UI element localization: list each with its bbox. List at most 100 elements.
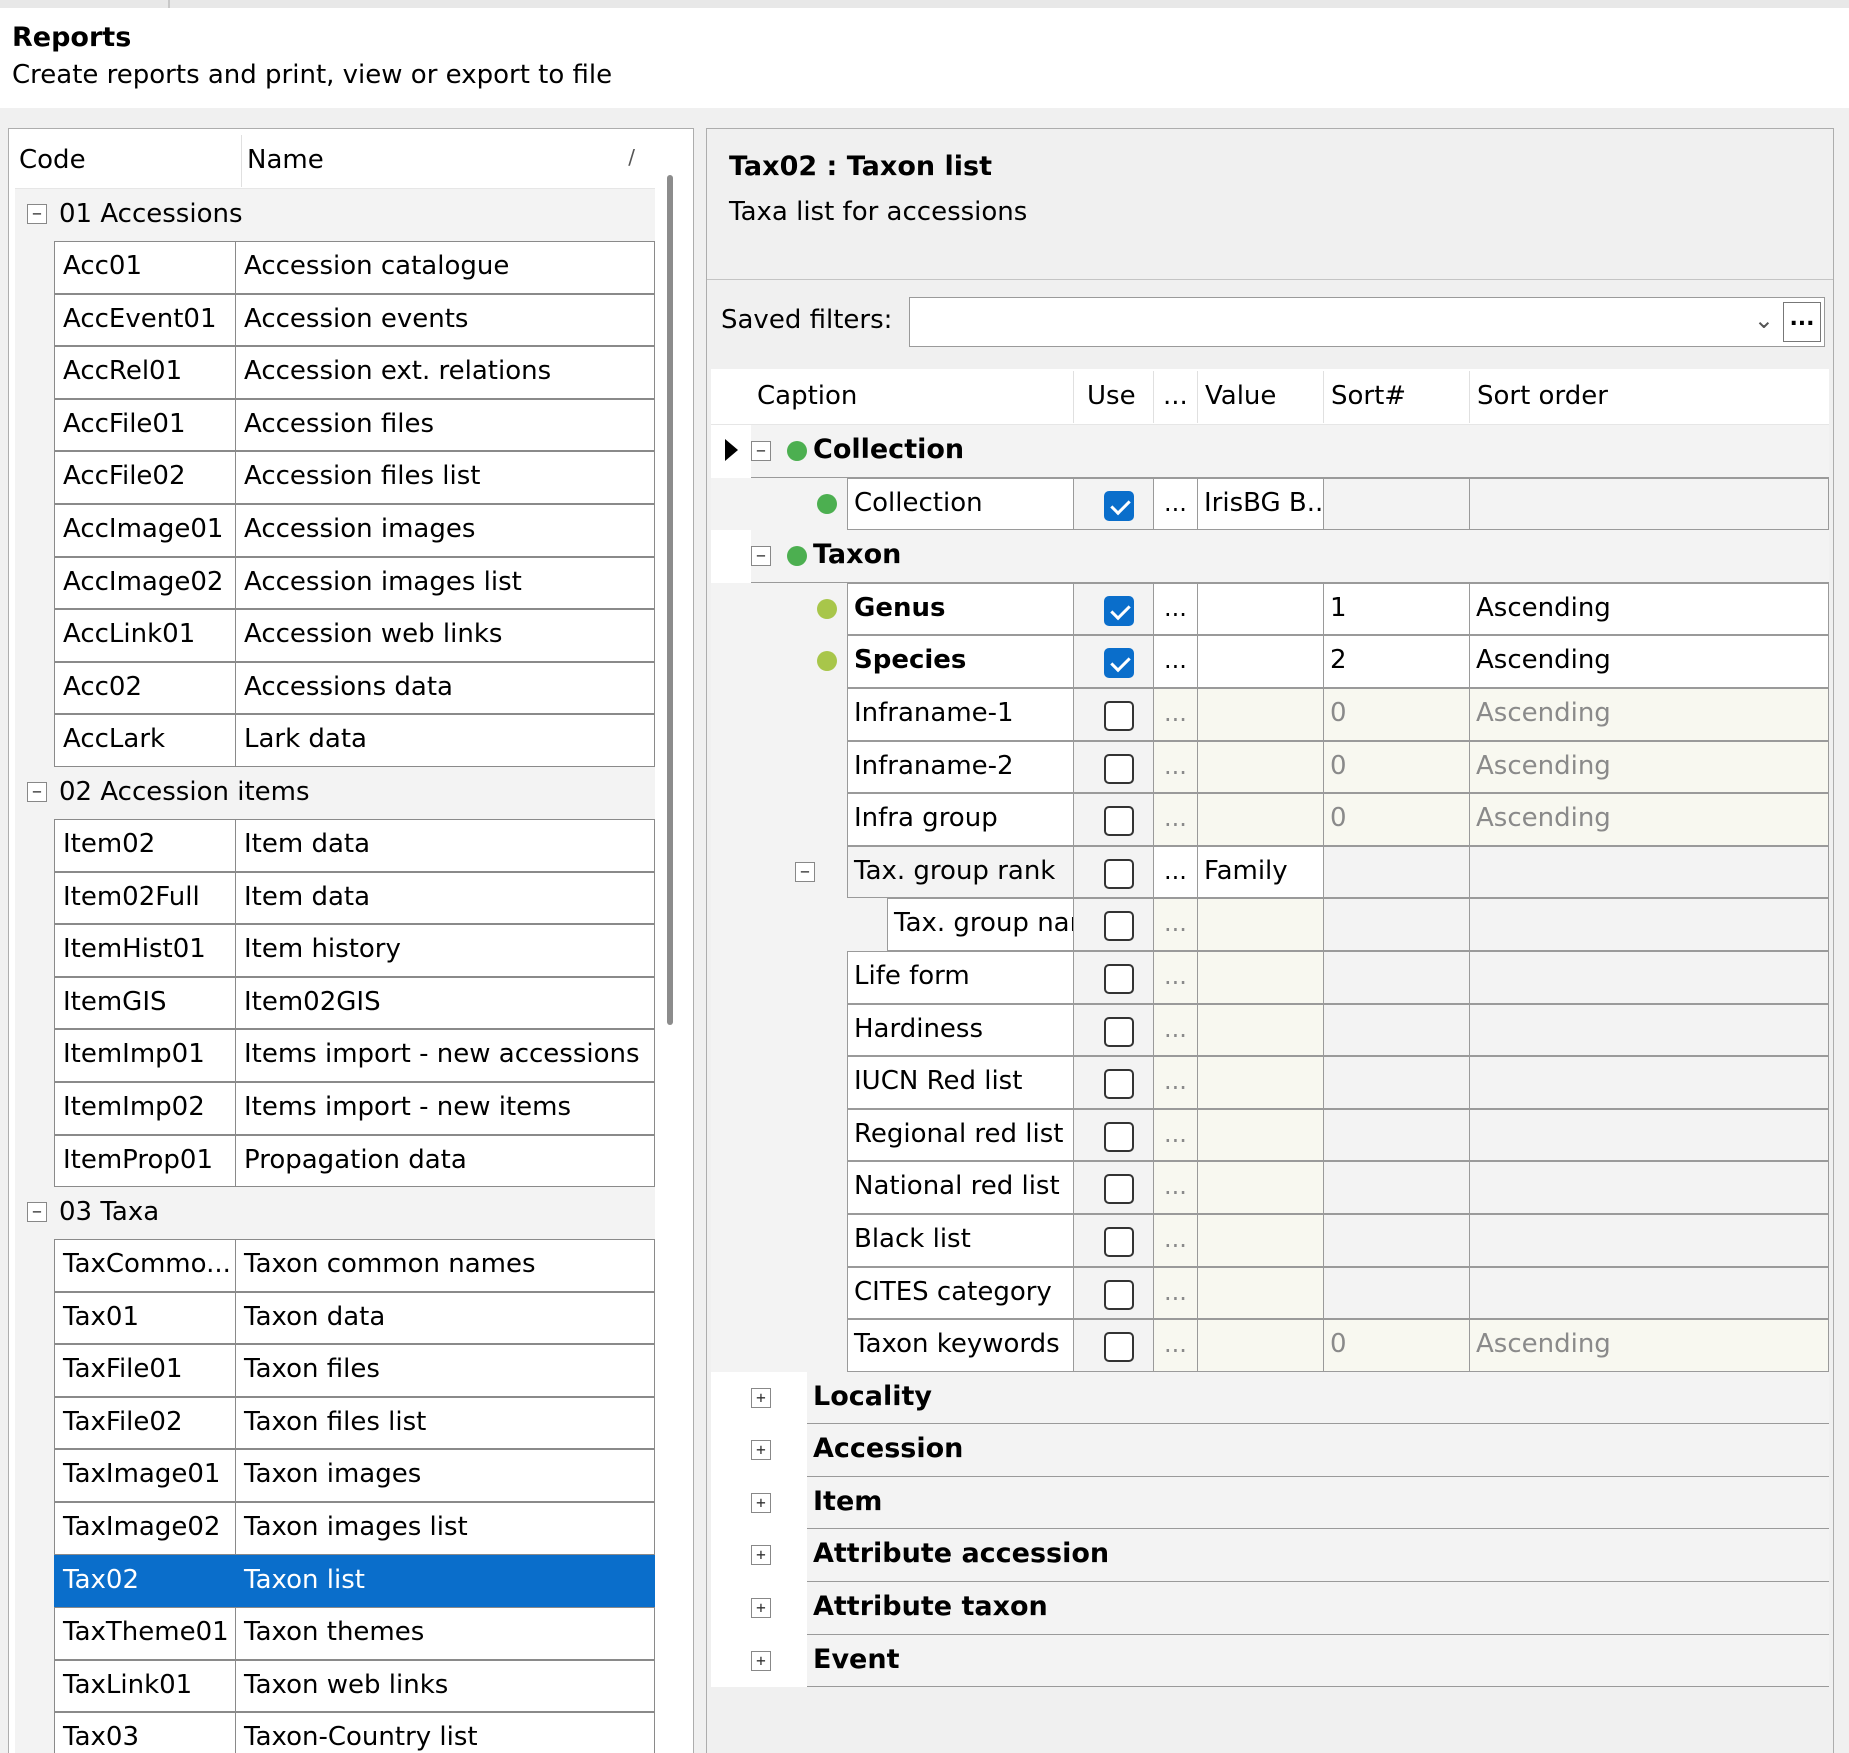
sort-order-cell[interactable] xyxy=(1469,1266,1829,1320)
checkbox[interactable] xyxy=(1104,1279,1134,1310)
filter-field-row[interactable]: Collection... IrisBG B... xyxy=(711,477,1829,531)
report-code-cell[interactable]: ItemProp01 xyxy=(54,1134,235,1188)
ellipsis-button-cell[interactable]: ... xyxy=(1153,1056,1197,1109)
ellipsis-button-cell[interactable]: ... xyxy=(1153,845,1197,899)
report-row[interactable]: ItemProp01 Propagation data xyxy=(15,1134,655,1188)
use-cell[interactable] xyxy=(1073,1319,1153,1372)
report-name-cell[interactable]: Items import - new accessions xyxy=(235,1029,655,1082)
ellipsis-button-cell[interactable]: ... xyxy=(1153,1003,1197,1057)
checked-checkbox[interactable] xyxy=(1104,490,1134,521)
caption-cell[interactable]: Collection xyxy=(847,477,1073,531)
checkbox[interactable] xyxy=(1104,1174,1134,1205)
use-cell[interactable] xyxy=(1073,1266,1153,1320)
ellipsis-button[interactable]: ... xyxy=(1164,857,1187,885)
report-row[interactable]: AccRel01 Accession ext. relations xyxy=(15,346,655,399)
report-name-cell[interactable]: Accession files xyxy=(235,398,655,452)
value-cell[interactable] xyxy=(1197,687,1323,741)
report-name-cell[interactable]: Taxon images xyxy=(235,1449,655,1503)
ellipsis-button-cell[interactable]: ... xyxy=(1153,582,1197,636)
caption-cell[interactable]: Genus xyxy=(847,582,1073,636)
caption-cell[interactable]: Black list xyxy=(847,1213,1073,1267)
report-code-cell[interactable]: ItemImp01 xyxy=(54,1029,235,1082)
column-header-code[interactable]: Code xyxy=(19,145,86,175)
ellipsis-button[interactable]: ... xyxy=(1164,646,1187,674)
report-code-cell[interactable]: TaxCommo... xyxy=(54,1239,235,1292)
filter-field-row[interactable]: National red list... xyxy=(711,1161,1829,1214)
report-code-cell[interactable]: TaxTheme01 xyxy=(54,1607,235,1660)
filter-group-row[interactable]: + Attribute accession xyxy=(711,1529,1829,1583)
value-cell[interactable] xyxy=(1197,793,1323,846)
report-row[interactable]: Tax02 Taxon list xyxy=(15,1554,655,1608)
report-name-cell[interactable]: Taxon themes xyxy=(235,1607,655,1660)
filter-field-row[interactable]: Infra group... 0 Ascending xyxy=(711,793,1829,846)
column-header-dots[interactable]: ... xyxy=(1163,381,1188,411)
report-name-cell[interactable]: Items import - new items xyxy=(235,1081,655,1135)
column-header-caption[interactable]: Caption xyxy=(757,381,857,411)
filter-field-row[interactable]: Genus... 1 Ascending xyxy=(711,582,1829,636)
filter-field-row[interactable]: Taxon keywords... 0 Ascending xyxy=(711,1319,1829,1372)
report-row[interactable]: AccEvent01 Accession events xyxy=(15,293,655,347)
caption-cell[interactable]: Infraname-2 xyxy=(847,740,1073,794)
caption-cell[interactable]: CITES category xyxy=(847,1266,1073,1320)
report-name-cell[interactable]: Taxon list xyxy=(235,1554,655,1608)
sort-order-cell[interactable] xyxy=(1469,845,1829,899)
sort-number-cell[interactable] xyxy=(1323,1003,1469,1057)
filter-field-row[interactable]: Species... 2 Ascending xyxy=(711,635,1829,688)
use-cell[interactable] xyxy=(1073,1108,1153,1162)
sort-number-cell[interactable]: 0 xyxy=(1323,687,1469,741)
ellipsis-button[interactable]: ... xyxy=(1164,1225,1187,1253)
report-row[interactable]: TaxLink01 Taxon web links xyxy=(15,1659,655,1713)
report-code-cell[interactable]: TaxImage01 xyxy=(54,1449,235,1503)
report-row[interactable]: Acc01 Accession catalogue xyxy=(15,241,655,294)
checkbox[interactable] xyxy=(1104,1069,1134,1100)
use-cell[interactable] xyxy=(1073,687,1153,741)
value-cell[interactable] xyxy=(1197,582,1323,636)
sort-number-cell[interactable] xyxy=(1323,1266,1469,1320)
column-header-sort-num[interactable]: Sort# xyxy=(1331,381,1406,411)
ellipsis-button-cell[interactable]: ... xyxy=(1153,477,1197,531)
use-cell[interactable] xyxy=(1073,898,1153,951)
caption-cell[interactable]: Hardiness xyxy=(847,1003,1073,1057)
report-row[interactable]: TaxCommo... Taxon common names xyxy=(15,1239,655,1292)
report-name-cell[interactable]: Propagation data xyxy=(235,1134,655,1188)
report-code-cell[interactable]: Item02 xyxy=(54,818,235,872)
expand-icon[interactable]: + xyxy=(751,1598,771,1619)
ellipsis-button[interactable]: ... xyxy=(1164,1278,1187,1306)
use-cell[interactable] xyxy=(1073,635,1153,688)
filter-field-row[interactable]: Regional red list... xyxy=(711,1108,1829,1162)
collapse-icon[interactable]: − xyxy=(27,781,47,802)
ellipsis-button[interactable]: ... xyxy=(1164,699,1187,727)
report-code-cell[interactable]: TaxFile02 xyxy=(54,1396,235,1450)
ellipsis-button-cell[interactable]: ... xyxy=(1153,1319,1197,1372)
value-cell[interactable] xyxy=(1197,950,1323,1004)
use-cell[interactable] xyxy=(1073,1003,1153,1057)
sort-order-cell[interactable] xyxy=(1469,1213,1829,1267)
use-cell[interactable] xyxy=(1073,477,1153,531)
report-code-cell[interactable]: Tax01 xyxy=(54,1291,235,1345)
filter-field-row[interactable]: Life form... xyxy=(711,950,1829,1004)
report-row[interactable]: ItemGIS Item02GIS xyxy=(15,976,655,1030)
sort-order-cell[interactable]: Ascending xyxy=(1469,740,1829,794)
value-cell[interactable] xyxy=(1197,898,1323,951)
value-cell[interactable] xyxy=(1197,1108,1323,1162)
group-row[interactable]: −03 Taxa xyxy=(15,1187,655,1240)
sort-number-cell[interactable]: 0 xyxy=(1323,740,1469,794)
ellipsis-button[interactable]: ... xyxy=(1164,594,1187,622)
report-name-cell[interactable]: Accession events xyxy=(235,293,655,347)
checkbox[interactable] xyxy=(1104,1226,1134,1257)
report-name-cell[interactable]: Taxon data xyxy=(235,1291,655,1345)
report-code-cell[interactable]: ItemGIS xyxy=(54,976,235,1030)
caption-cell[interactable]: Infraname-1 xyxy=(847,687,1073,741)
sort-number-cell[interactable]: 2 xyxy=(1323,635,1469,688)
expand-icon[interactable]: + xyxy=(751,1650,771,1671)
filter-field-row[interactable]: Black list... xyxy=(711,1213,1829,1267)
ellipsis-button[interactable]: ... xyxy=(1164,752,1187,780)
report-code-cell[interactable]: Acc02 xyxy=(54,661,235,715)
saved-filters-combobox[interactable]: ⌄ ... xyxy=(909,297,1825,347)
report-row[interactable]: AccImage01 Accession images xyxy=(15,503,655,557)
filter-field-row[interactable]: − Tax. group rank... Family xyxy=(711,845,1829,899)
report-row[interactable]: Acc02 Accessions data xyxy=(15,661,655,715)
report-name-cell[interactable]: Taxon common names xyxy=(235,1239,655,1292)
report-code-cell[interactable]: Tax02 xyxy=(54,1554,235,1608)
checkbox[interactable] xyxy=(1104,963,1134,994)
